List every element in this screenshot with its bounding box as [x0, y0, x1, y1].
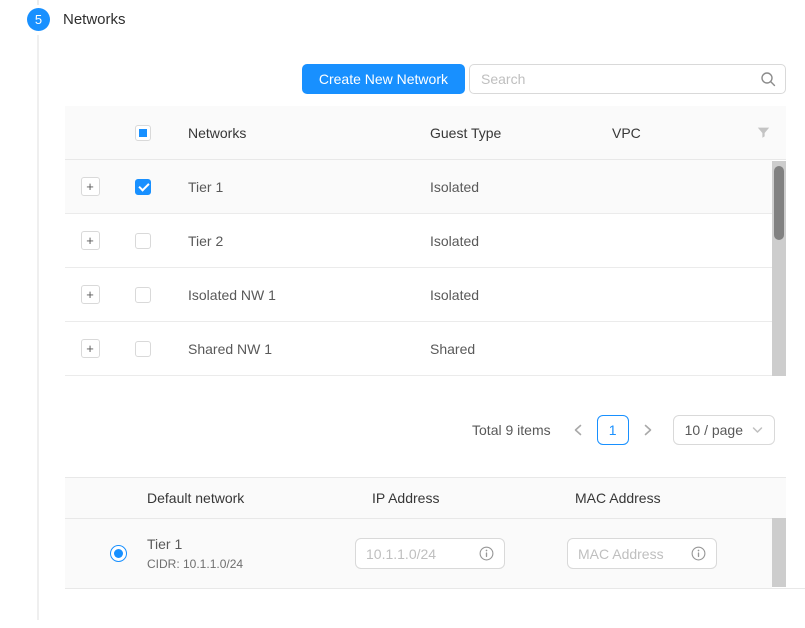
- filter-icon[interactable]: [757, 126, 770, 139]
- column-header-mac-address: MAC Address: [567, 490, 786, 506]
- search-box: [469, 64, 786, 94]
- network-row[interactable]: + Tier 1 Isolated: [65, 160, 772, 214]
- default-network-radio[interactable]: [110, 545, 127, 562]
- filter-cell: [740, 126, 786, 139]
- networks-wizard-step: 5 Networks Create New Network Networks: [0, 0, 805, 628]
- column-header-guest-type: Guest Type: [430, 125, 612, 141]
- mac-address-field: [567, 538, 717, 569]
- network-row[interactable]: + Isolated NW 1 Isolated: [65, 268, 772, 322]
- mac-address-input[interactable]: [578, 546, 685, 562]
- step-connector-top: [37, 0, 39, 5]
- select-all-checkbox[interactable]: [135, 125, 151, 141]
- expand-row-button[interactable]: +: [81, 231, 100, 250]
- row-checkbox[interactable]: [135, 233, 151, 249]
- guest-type: Isolated: [430, 287, 612, 303]
- row-checkbox[interactable]: [135, 179, 151, 195]
- select-all-cell: [115, 125, 170, 141]
- guest-type: Isolated: [430, 179, 612, 195]
- previous-page-button[interactable]: [567, 415, 589, 445]
- page-number-button[interactable]: 1: [597, 415, 629, 445]
- network-info: Tier 1 CIDR: 10.1.1.0/24: [147, 536, 243, 571]
- default-network-table-header: Default network IP Address MAC Address: [65, 477, 786, 519]
- column-header-vpc: VPC: [612, 125, 740, 141]
- row-checkbox[interactable]: [135, 341, 151, 357]
- expand-row-button[interactable]: +: [81, 285, 100, 304]
- network-name: Isolated NW 1: [170, 287, 430, 303]
- column-header-networks: Networks: [170, 125, 430, 141]
- search-icon[interactable]: [760, 71, 776, 87]
- default-network-name: Tier 1: [147, 536, 243, 552]
- step-header: 5 Networks: [27, 8, 126, 31]
- network-name: Tier 2: [170, 233, 430, 249]
- expand-row-button[interactable]: +: [81, 339, 100, 358]
- default-network-row[interactable]: Tier 1 CIDR: 10.1.1.0/24: [65, 519, 772, 588]
- toolbar: Create New Network: [65, 64, 786, 94]
- guest-type: Shared: [430, 341, 612, 357]
- page-size-value: 10 / page: [685, 422, 743, 438]
- bottom-divider: [65, 588, 805, 589]
- chevron-down-icon: [752, 426, 763, 434]
- network-name: Tier 1: [170, 179, 430, 195]
- guest-type: Isolated: [430, 233, 612, 249]
- network-name: Shared NW 1: [170, 341, 430, 357]
- ip-address-input[interactable]: [366, 546, 473, 562]
- expand-row-button[interactable]: +: [81, 177, 100, 196]
- row-checkbox[interactable]: [135, 287, 151, 303]
- info-icon[interactable]: [479, 546, 494, 561]
- step-content: Create New Network Networks Guest Type V…: [65, 64, 786, 588]
- next-page-button[interactable]: [637, 415, 659, 445]
- page-size-select[interactable]: 10 / page: [673, 415, 775, 445]
- column-header-ip-address: IP Address: [355, 490, 567, 506]
- ip-address-field: [355, 538, 505, 569]
- step-title: Networks: [63, 11, 126, 28]
- info-icon[interactable]: [691, 546, 706, 561]
- step-number-badge: 5: [27, 8, 50, 31]
- networks-table: Networks Guest Type VPC + Tier 1 Isolate…: [65, 106, 786, 376]
- default-network-table: Default network IP Address MAC Address T…: [65, 477, 786, 588]
- table-scrollbar-track[interactable]: [772, 518, 786, 587]
- default-network-cidr: CIDR: 10.1.1.0/24: [147, 557, 243, 571]
- column-header-default-network: Default network: [65, 490, 355, 506]
- pagination-total: Total 9 items: [472, 422, 551, 438]
- search-input[interactable]: [469, 64, 786, 94]
- table-scrollbar-track[interactable]: [772, 161, 786, 376]
- create-new-network-button[interactable]: Create New Network: [302, 64, 465, 94]
- network-row[interactable]: + Shared NW 1 Shared: [65, 322, 772, 376]
- step-connector: [37, 35, 39, 620]
- networks-table-header: Networks Guest Type VPC: [65, 106, 786, 160]
- pagination: Total 9 items 1 10 / page: [65, 415, 786, 445]
- table-scrollbar-thumb[interactable]: [774, 166, 784, 240]
- network-row[interactable]: + Tier 2 Isolated: [65, 214, 772, 268]
